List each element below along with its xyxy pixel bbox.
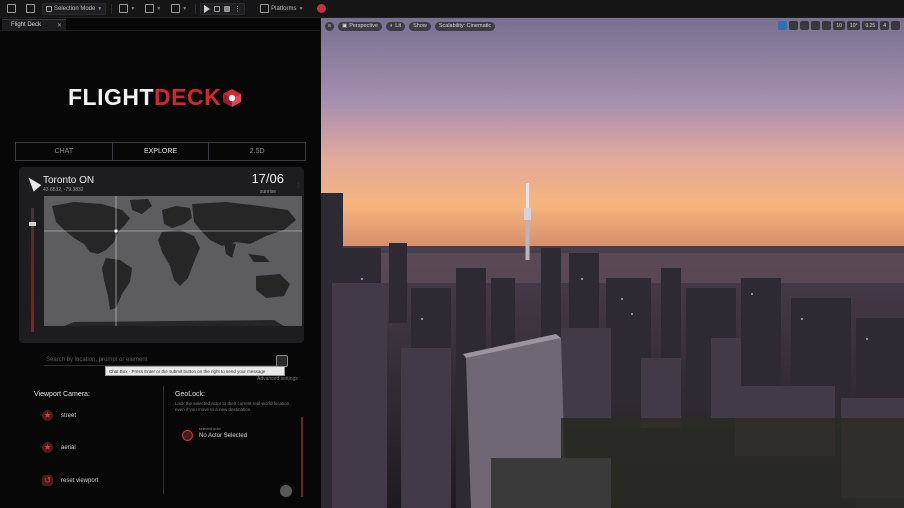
blueprint-icon [145, 4, 155, 13]
perspective-label: Perspective [349, 23, 378, 29]
play-icon[interactable] [204, 4, 211, 13]
section-divider [163, 386, 164, 494]
flightdeck-icon [317, 4, 327, 13]
cube-logo-icon [223, 88, 242, 107]
toolbar-divider [111, 3, 113, 14]
time-of-day-label: sunrise [259, 189, 276, 195]
street-camera-icon: ★ [42, 410, 53, 421]
selected-actor-label: No Actor Selected [199, 433, 248, 439]
side-scroll-indicator[interactable]: ⋮ [296, 183, 301, 189]
play-controls: ⋮ [200, 2, 246, 15]
logo-text-red: DECK [154, 84, 222, 110]
tab-label: Flight Deck [11, 22, 42, 28]
cursor-icon [46, 5, 52, 12]
scalability-label: Scalability: Cinematic [438, 23, 492, 29]
camera-option-street[interactable]: ★ street [42, 410, 76, 421]
scale-snap-value[interactable]: 0.25 [862, 21, 879, 30]
toolbar-divider [195, 3, 197, 14]
tab-flight-deck[interactable]: Flight Deck ✕ [2, 19, 66, 30]
clapper-icon [171, 4, 181, 13]
geolock-description: Lock the selected actor to their current… [175, 401, 291, 412]
more-options-icon[interactable]: ⋮ [234, 5, 241, 13]
camera-option-aerial[interactable]: ★ aerial [42, 442, 76, 453]
grid-snap-value[interactable]: 10 [833, 21, 845, 30]
camera-option-label: reset viewport [61, 477, 99, 484]
step-icon[interactable] [214, 5, 221, 12]
content-browser-icon[interactable] [23, 3, 38, 15]
close-icon[interactable]: ✕ [57, 22, 62, 29]
selection-mode-dropdown[interactable]: Selection Mode ▼ [42, 2, 107, 15]
platforms-icon [260, 4, 270, 13]
blueprint-button[interactable]: ▼ [142, 3, 164, 15]
selected-actor-caption: selected actor [199, 427, 221, 431]
viewport-options-button[interactable]: ≡ [325, 21, 334, 31]
altitude-slider[interactable] [29, 208, 36, 332]
reset-viewport-icon: ↺ [42, 475, 53, 486]
select-mode-icon[interactable] [778, 21, 788, 30]
slider-handle[interactable] [29, 222, 36, 226]
show-button[interactable]: Show [409, 21, 431, 31]
actor-lock-icon[interactable] [182, 430, 193, 441]
add-icon [119, 4, 129, 13]
maximize-icon[interactable] [891, 21, 900, 30]
platforms-dropdown[interactable]: Platforms ▼ [257, 3, 306, 15]
navigation-arrow-icon [24, 174, 42, 192]
location-coordinates: 43.6532, -79.3832 [43, 187, 84, 193]
rotation-snap-value[interactable]: 10° [846, 21, 861, 30]
save-icon[interactable] [4, 3, 19, 15]
lit-icon: ◐ [389, 23, 394, 29]
camera-option-label: aerial [61, 444, 76, 451]
chevron-down-icon: ▼ [298, 5, 304, 12]
scale-icon[interactable] [811, 21, 821, 30]
logo-text-white: FLIGHT [68, 84, 155, 110]
aerial-camera-icon: ★ [42, 442, 53, 453]
camera-speed-value[interactable]: 4 [880, 21, 889, 30]
world-map-graphic [44, 196, 302, 326]
search-input[interactable]: Search by location, prompt or element [44, 355, 288, 366]
rotate-icon[interactable] [800, 21, 810, 30]
viewport-camera-title: Viewport Camera: [34, 391, 90, 398]
world-map[interactable] [44, 196, 302, 326]
chat-box-tooltip: Chat Box - Press Enter or the submit but… [105, 366, 285, 376]
location-title: Toronto ON [43, 175, 95, 186]
chevron-down-icon: ▼ [97, 5, 103, 12]
perspective-icon: ▣ [342, 23, 348, 29]
tab-chat[interactable]: CHAT [16, 143, 113, 160]
add-actor-button[interactable]: ▼ [116, 3, 138, 15]
stop-icon[interactable] [224, 5, 231, 12]
round-action-button[interactable] [280, 485, 292, 497]
tab-underline [0, 30, 320, 31]
world-local-icon[interactable] [822, 21, 832, 30]
location-card: Toronto ON 43.6532, -79.3832 17/06 sunri… [19, 167, 304, 343]
date-display: 17/06 [251, 171, 284, 186]
camera-option-reset[interactable]: ↺ reset viewport [42, 475, 98, 486]
lit-label: Lit [395, 23, 402, 29]
show-label: Show [413, 23, 427, 29]
panel-scrollbar[interactable] [301, 417, 303, 497]
platforms-label: Platforms [271, 5, 297, 12]
editor-toolbar: Selection Mode ▼ ▼ ▼ ▼ ⋮ Platforms ▼ [0, 0, 904, 18]
geolock-title: GeoLock: [175, 391, 205, 398]
perspective-button[interactable]: ▣ Perspective [338, 21, 382, 31]
translate-icon[interactable] [789, 21, 799, 30]
cinematics-button[interactable]: ▼ [168, 3, 190, 15]
flightdeck-logo: FLIGHT DECK [68, 84, 242, 111]
level-viewport[interactable]: ≡ ▣ Perspective ◐ Lit Show Scalability: Ci… [321, 18, 904, 508]
lit-mode-button[interactable]: ◐ Lit [385, 21, 406, 31]
tab-2-5d[interactable]: 2.5D [209, 143, 305, 160]
viewport-right-controls: 10 10° 0.25 4 [778, 21, 900, 30]
mode-tabs: CHAT EXPLORE 2.5D [15, 142, 306, 161]
flightdeck-plugin-button[interactable] [314, 3, 329, 15]
controls-section: Viewport Camera: ★ street ★ aerial ↺ res… [19, 382, 304, 500]
city-scene-render [321, 18, 904, 508]
camera-option-label: street [61, 412, 77, 419]
tab-explore[interactable]: EXPLORE [113, 143, 210, 160]
selection-mode-label: Selection Mode [54, 5, 96, 12]
scalability-button[interactable]: Scalability: Cinematic [434, 21, 496, 31]
